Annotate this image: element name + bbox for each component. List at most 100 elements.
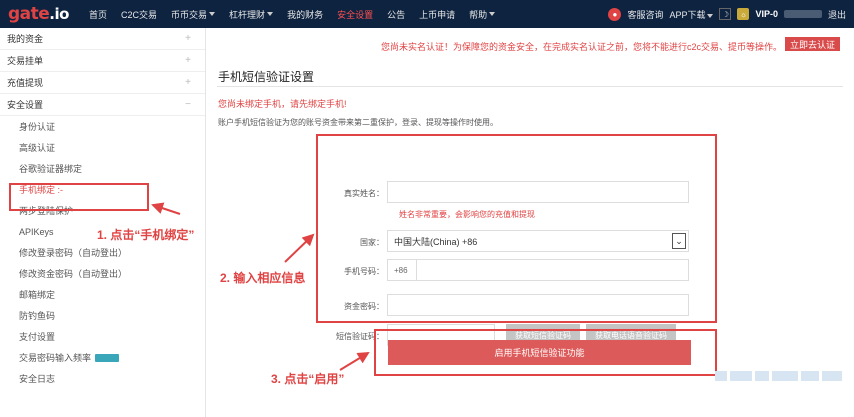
- vip-level[interactable]: VIP-0: [755, 9, 778, 19]
- name-hint: 姓名非常重要，会影响您的充值和提现: [399, 210, 535, 219]
- sidebar-group[interactable]: 交易挂单 +: [0, 50, 205, 72]
- customer-service-icon[interactable]: ●: [608, 7, 622, 21]
- nav-item-label: 帮助: [469, 9, 488, 20]
- nav-item-label: 上币申请: [419, 9, 456, 20]
- sidebar-item[interactable]: 支付设置: [0, 326, 205, 347]
- logo-suffix-text: .io: [49, 5, 69, 23]
- logout-link[interactable]: 退出: [828, 8, 846, 21]
- sidebar-item[interactable]: 安全日志: [0, 368, 205, 389]
- bind-phone-alert: 您尚未绑定手机，请先绑定手机!: [218, 99, 347, 109]
- realname-warning: 您尚未实名认证！为保障您的资金安全，在完成实名认证之前，您将不能进行c2c交易、…: [380, 42, 782, 52]
- sidebar-item[interactable]: 修改资金密码（自动登出）: [0, 263, 205, 284]
- sidebar-group-label: 充值提现: [7, 78, 44, 88]
- sidebar-group[interactable]: 我的资金 +: [0, 28, 205, 50]
- main-content: 您尚未实名认证！为保障您的资金安全，在完成实名认证之前，您将不能进行c2c交易、…: [207, 28, 854, 417]
- nav-item-label: 币币交易: [171, 9, 208, 20]
- main-nav: 首页 C2C交易 币币交易 杠杆理财 我的财务 安全设置 公告 上币申请 帮助: [82, 0, 502, 28]
- verify-now-button[interactable]: 立即去认证: [784, 37, 840, 51]
- expand-icon: +: [185, 55, 191, 66]
- nav-item[interactable]: 公告: [380, 0, 412, 28]
- sidebar-item-label: 交易密码输入频率: [19, 353, 92, 363]
- country-select[interactable]: 中国大陆(China) +86 ⌄: [387, 230, 689, 252]
- nav-item[interactable]: 币币交易: [164, 0, 222, 28]
- blurred-watermark: [715, 361, 854, 391]
- logo-main-text: gate: [8, 4, 50, 24]
- phone-input[interactable]: +86: [387, 259, 689, 281]
- phone-label: 手机号码：: [344, 267, 384, 276]
- moon-icon[interactable]: ☽: [719, 8, 732, 20]
- sidebar-item[interactable]: 修改登录密码（自动登出）: [0, 242, 205, 263]
- sidebar-item-label: 安全日志: [19, 374, 56, 384]
- name-label: 真实姓名：: [344, 189, 384, 198]
- nav-item[interactable]: 上币申请: [412, 0, 462, 28]
- submit-highlight-box: 启用手机短信验证功能: [374, 329, 717, 376]
- page-title: 手机短信验证设置: [218, 70, 315, 84]
- nav-item[interactable]: C2C交易: [114, 0, 164, 28]
- sidebar-security-items: 身份认证 高级认证 谷歌验证器绑定 手机绑定 :- 两步登陆保护 APIKeys 修改登录密…: [0, 116, 205, 389]
- sidebar-item[interactable]: 交易密码输入频率: [0, 347, 205, 368]
- fund-password-input[interactable]: [387, 294, 689, 316]
- step1-annotation: 1. 点击“手机绑定”: [97, 228, 195, 242]
- sidebar-item-label: 身份认证: [19, 122, 56, 132]
- country-label: 国家：: [360, 238, 384, 247]
- sidebar-item[interactable]: 邮箱绑定: [0, 284, 205, 305]
- nav-item-label: 首页: [89, 9, 108, 20]
- chevron-down-icon[interactable]: ⌄: [672, 233, 686, 249]
- sidebar-item[interactable]: 身份认证: [0, 116, 205, 137]
- nav-item-label: 我的财务: [287, 9, 324, 20]
- nav-item-label: 公告: [387, 9, 406, 20]
- header-right-group: ● 客服咨询 APP下载 ☽ ☼ VIP-0 退出: [608, 0, 846, 28]
- nav-item[interactable]: 杠杆理财: [222, 0, 280, 28]
- sidebar-group[interactable]: 充值提现 +: [0, 72, 205, 94]
- sidebar-item-label: 修改资金密码（自动登出）: [19, 269, 128, 279]
- sidebar-groups: 我的资金 + 交易挂单 + 充值提现 + 安全设置 −: [0, 28, 205, 116]
- phone-prefix: +86: [394, 260, 417, 280]
- nav-item-label: 安全设置: [337, 9, 374, 20]
- sun-icon[interactable]: ☼: [737, 8, 750, 20]
- sidebar-group[interactable]: 安全设置 −: [0, 94, 205, 116]
- gateio-logo[interactable]: gate .io: [0, 0, 82, 28]
- nav-item[interactable]: 我的财务: [280, 0, 330, 28]
- status-badge: [95, 353, 120, 362]
- app-download-link[interactable]: APP下载: [669, 8, 714, 21]
- chevron-down-icon: [707, 13, 714, 18]
- sidebar-item[interactable]: 谷歌验证器绑定: [0, 158, 205, 179]
- top-navigation-bar: gate .io 首页 C2C交易 币币交易 杠杆理财 我的财务 安全设置 公告 上币申请 帮助 …: [0, 0, 854, 28]
- sidebar-group-label: 安全设置: [7, 100, 44, 110]
- form-highlight-box: 真实姓名： 姓名非常重要，会影响您的充值和提现 国家： 中国大陆(China) …: [316, 134, 717, 346]
- expand-icon: +: [185, 33, 191, 44]
- enable-sms-button[interactable]: 启用手机短信验证功能: [388, 340, 691, 365]
- app-download-label: APP下载: [669, 9, 706, 20]
- sidebar-item-label: 防钓鱼码: [19, 311, 56, 321]
- sms-description: 账户手机短信验证为您的账号资金带来第二重保护，登录、提现等操作时使用。: [218, 118, 498, 127]
- expand-icon: +: [185, 77, 191, 88]
- fund-password-label: 资金密码：: [344, 302, 384, 311]
- sidebar-group-label: 交易挂单: [7, 56, 44, 66]
- nav-item-label: C2C交易: [121, 9, 158, 20]
- step3-annotation: 3. 点击“启用”: [271, 372, 345, 386]
- chevron-down-icon: [267, 12, 274, 16]
- nav-item-label: 杠杆理财: [229, 9, 266, 20]
- sidebar-item-label: 谷歌验证器绑定: [19, 164, 83, 174]
- collapse-icon: −: [185, 99, 191, 110]
- sidebar: 我的资金 + 交易挂单 + 充值提现 + 安全设置 − 身份认证 高级认证 谷歌验证器绑定 手机绑定…: [0, 28, 206, 417]
- sidebar-item-label: 邮箱绑定: [19, 290, 56, 300]
- chevron-down-icon: [209, 12, 216, 16]
- sidebar-item-label: APIKeys: [19, 226, 54, 237]
- customer-service-link[interactable]: 客服咨询: [627, 8, 663, 21]
- sidebar-highlight-box: [9, 183, 149, 211]
- sidebar-item[interactable]: 高级认证: [0, 137, 205, 158]
- nav-item[interactable]: 帮助: [462, 0, 502, 28]
- sidebar-group-label: 我的资金: [7, 34, 44, 44]
- real-name-input[interactable]: [387, 181, 689, 203]
- step2-annotation: 2. 输入相应信息: [220, 271, 306, 285]
- sidebar-item-label: 支付设置: [19, 332, 56, 342]
- sidebar-item-label: 修改登录密码（自动登出）: [19, 248, 128, 258]
- chevron-down-icon: [489, 12, 496, 16]
- title-divider: [217, 86, 843, 87]
- nav-item[interactable]: 首页: [82, 0, 114, 28]
- sidebar-item-label: 高级认证: [19, 143, 56, 153]
- nav-item[interactable]: 安全设置: [330, 0, 380, 28]
- blurred-username: [783, 10, 822, 18]
- sidebar-item[interactable]: 防钓鱼码: [0, 305, 205, 326]
